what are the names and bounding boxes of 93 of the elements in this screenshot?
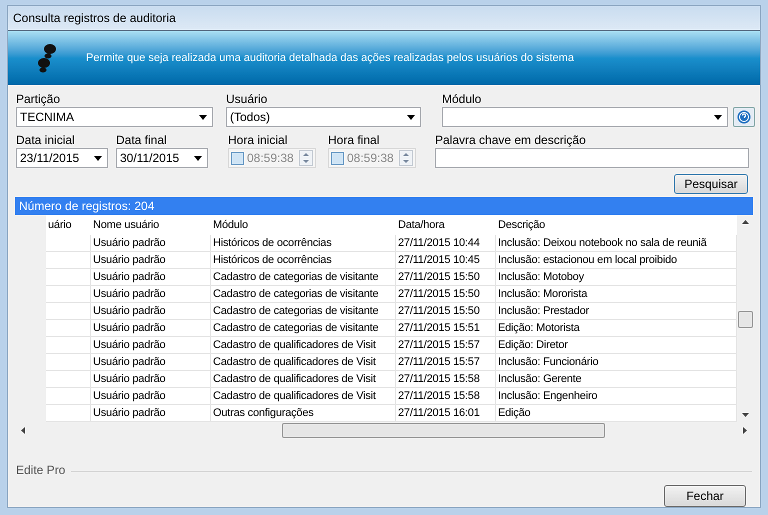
module-dropdown[interactable]: [442, 107, 728, 127]
table-cell: Inclusão: Gerente: [496, 371, 737, 388]
table-cell: Inclusão: Engenheiro: [496, 388, 737, 405]
spinner-icon[interactable]: [399, 150, 413, 166]
table-cell: Inclusão: Motoboy: [496, 269, 737, 286]
table-cell: 27/11/2015 15:58: [396, 388, 496, 405]
scroll-up-icon[interactable]: [742, 220, 748, 224]
table-cell: [46, 252, 91, 269]
field-label: Palavra chave em descrição: [435, 133, 587, 148]
spinner-icon[interactable]: [299, 150, 313, 166]
table-cell: [46, 269, 91, 286]
checkbox[interactable]: [231, 152, 244, 164]
table-cell: Cadastro de categorias de visitante: [211, 320, 396, 337]
table-cell: 27/11/2015 15:50: [396, 286, 496, 303]
table-cell: Cadastro de categorias de visitante: [211, 269, 396, 286]
start-date-picker[interactable]: 23/11/2015: [16, 148, 108, 168]
table-cell: Usuário padrão: [91, 388, 211, 405]
table-cell: Usuário padrão: [91, 354, 211, 371]
table-cell: Cadastro de qualificadores de Visit: [211, 371, 396, 388]
table-cell: Inclusão: Prestador: [496, 303, 737, 320]
table-cell: [46, 337, 91, 354]
table-cell: Históricos de ocorrências: [211, 252, 396, 269]
table-cell: Edição: Diretor: [496, 337, 737, 354]
dropdown-arrow-icon: [199, 114, 207, 120]
window-title: Consulta registros de auditoria: [13, 10, 176, 27]
table-cell: Históricos de ocorrências: [211, 235, 396, 252]
table-cell: Usuário padrão: [91, 337, 211, 354]
table-cell: Usuário padrão: [91, 269, 211, 286]
table-cell: 27/11/2015 15:58: [396, 371, 496, 388]
table-cell: [46, 371, 91, 388]
table-cell: Usuário padrão: [91, 303, 211, 320]
dropdown-arrow-icon: [714, 114, 722, 120]
table-cell: Inclusão: Deixou notebook no sala de reuniã: [496, 235, 737, 252]
scroll-left-icon[interactable]: [21, 427, 25, 434]
field-label: Usuário: [226, 92, 268, 107]
table-cell: [46, 286, 91, 303]
scroll-right-icon[interactable]: [743, 427, 747, 434]
field-label: Hora inicial: [228, 133, 288, 148]
group-label: Edite Pro: [16, 462, 66, 479]
table-cell: 27/11/2015 15:51: [396, 320, 496, 337]
table-cell: Usuário padrão: [91, 286, 211, 303]
table-cell: Usuário padrão: [91, 252, 211, 269]
field-label: Módulo: [442, 92, 482, 107]
table-cell: 27/11/2015 15:50: [396, 303, 496, 320]
partition-dropdown[interactable]: TECNIMA: [16, 107, 213, 127]
footprints-icon: [36, 42, 58, 73]
keyword-field[interactable]: [435, 148, 749, 168]
table-cell: Usuário padrão: [91, 371, 211, 388]
table-cell: 27/11/2015 10:44: [396, 235, 496, 252]
table-cell: Cadastro de categorias de visitante: [211, 303, 396, 320]
record-count: Número de registros: 204: [19, 198, 154, 215]
table-cell: Cadastro de qualificadores de Visit: [211, 337, 396, 354]
field-label: Data final: [116, 133, 168, 148]
table-cell: Inclusão: Mororista: [496, 286, 737, 303]
checkbox[interactable]: [331, 152, 344, 164]
help-icon: [737, 110, 751, 124]
table-cell: Usuário padrão: [91, 320, 211, 337]
end-date-picker[interactable]: 30/11/2015: [116, 148, 208, 168]
table-cell: Cadastro de categorias de visitante: [211, 286, 396, 303]
search-button[interactable]: Pesquisar: [674, 174, 748, 194]
user-dropdown[interactable]: (Todos): [226, 107, 421, 127]
table-cell: [46, 354, 91, 371]
table-cell: Edição: Motorista: [496, 320, 737, 337]
field-label: Data inicial: [16, 133, 76, 148]
table-cell: 27/11/2015 15:50: [396, 269, 496, 286]
scroll-down-icon[interactable]: [742, 413, 748, 417]
table-cell: Inclusão: estacionou em local proibido: [496, 252, 737, 269]
scrollbar-thumb[interactable]: [738, 311, 753, 328]
dropdown-arrow-icon: [407, 114, 415, 120]
banner-text: Permite que seja realizada uma auditoria detalhada das ações realizadas pelos usuários do sistema: [86, 50, 574, 66]
column-header[interactable]: uário: [46, 215, 91, 235]
table-cell: 27/11/2015 15:57: [396, 354, 496, 371]
table-cell: [46, 235, 91, 252]
column-header[interactable]: Módulo: [211, 215, 396, 235]
help-button[interactable]: [733, 107, 755, 127]
table-cell: Cadastro de qualificadores de Visit: [211, 354, 396, 371]
dropdown-arrow-icon: [94, 156, 102, 160]
table-cell: Inclusão: Funcionário: [496, 354, 737, 371]
table-cell: 27/11/2015 15:57: [396, 337, 496, 354]
table-cell: Usuário padrão: [91, 235, 211, 252]
close-button[interactable]: Fechar: [664, 485, 746, 507]
field-label: Hora final: [328, 133, 380, 148]
table-cell: Cadastro de qualificadores de Visit: [211, 388, 396, 405]
table-cell: [46, 320, 91, 337]
column-header[interactable]: Descrição: [496, 215, 737, 235]
scrollbar-thumb[interactable]: [282, 423, 605, 438]
table-cell: [46, 303, 91, 320]
table-cell: [46, 388, 91, 405]
dropdown-arrow-icon: [194, 156, 202, 160]
column-header[interactable]: Nome usuário: [91, 215, 211, 235]
table-cell: 27/11/2015 10:45: [396, 252, 496, 269]
field-label: Partição: [16, 92, 62, 107]
column-header[interactable]: Data/hora: [396, 215, 496, 235]
